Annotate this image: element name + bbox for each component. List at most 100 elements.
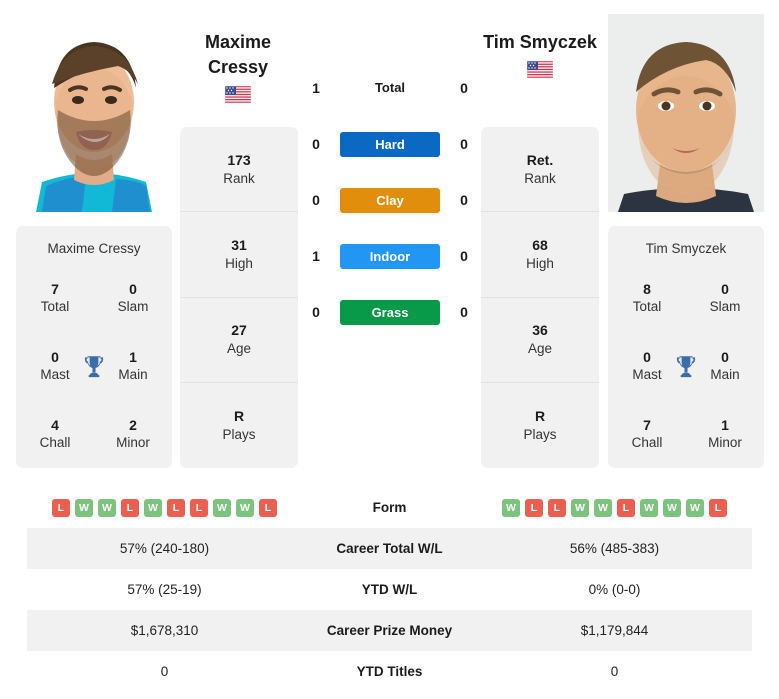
titles-label: Minor [116,434,150,450]
form-badge-loss[interactable]: L [525,498,543,517]
titles-total-right: 8 Total [608,281,686,316]
stat-rank-right: Ret. Rank [481,127,599,213]
player-photo-left[interactable] [16,14,172,212]
stat-value: 36 [532,322,548,339]
stat-label: Age [226,341,252,357]
stat-label: Rank [524,170,556,186]
form-strip-right: WLLWWLWWWL [477,498,752,517]
titles-value: 8 [643,280,651,297]
h2h-right-value: 0 [460,192,468,208]
stat-label: High [225,255,253,271]
form-badge-loss[interactable]: L [167,498,185,517]
titles-label: Minor [708,434,742,450]
us-flag-icon-right [527,61,553,78]
form-badge-loss[interactable]: L [190,498,208,517]
head-to-head-column: 1 Total 0 0 Hard 0 0 Clay 0 1 Indoor 0 0 [303,60,477,340]
surface-badge-grass[interactable]: Grass [340,299,440,325]
titles-minor-left: 2 Minor [94,417,172,452]
form-badge-win[interactable]: W [571,498,589,517]
player-stats-card-right: Ret. Rank 68 High 36 Age R Plays [481,127,599,468]
player-name-left-line1: Maxime [204,32,272,52]
form-badge-loss[interactable]: L [259,498,277,517]
h2h-left-value: 0 [312,304,320,320]
titles-label: Slam [117,298,149,314]
h2h-row-grass: 0 Grass 0 [303,284,477,340]
stat-label: High [526,255,554,271]
form-badge-loss[interactable]: L [52,498,70,517]
player-portrait-right-image [608,14,764,212]
stat-value: 31 [231,236,247,253]
form-badge-win[interactable]: W [663,498,681,517]
career-total-wl-right: 56% (485-383) [569,541,660,556]
titles-label: Total [40,298,70,314]
titles-label: Total [632,298,662,314]
surface-badge-hard[interactable]: Hard [340,131,440,157]
h2h-right-value: 0 [460,80,468,96]
table-row-form: LWWLWLLWWL Form WLLWWLWWWL [27,487,752,528]
h2h-right-value: 0 [460,304,468,320]
titles-slam-left: 0 Slam [94,281,172,316]
h2h-left-value: 1 [312,80,320,96]
player-portrait-left-image [16,14,172,212]
stat-age-right: 36 Age [481,298,599,383]
table-label-form: Form [372,500,407,515]
ytd-titles-left: 0 [160,664,169,679]
titles-value: 1 [721,416,729,433]
titles-grid-left: 7 Total 0 Slam 0 Mast 1 Main 4 Chall 2 M… [16,264,172,468]
form-badge-win[interactable]: W [75,498,93,517]
surface-badge-clay[interactable]: Clay [340,187,440,213]
comparison-table: LWWLWLLWWL Form WLLWWLWWWL 57% (240-180)… [27,487,752,692]
form-badge-win[interactable]: W [594,498,612,517]
form-badge-win[interactable]: W [144,498,162,517]
form-badge-win[interactable]: W [213,498,231,517]
titles-value: 7 [51,280,59,297]
stat-age-left: 27 Age [180,298,298,383]
form-badge-win[interactable]: W [640,498,658,517]
form-badge-win[interactable]: W [236,498,254,517]
stat-high-left: 31 High [180,212,298,298]
h2h-left-value: 0 [312,136,320,152]
stat-value: Ret. [526,151,554,168]
h2h-right-value: 0 [460,248,468,264]
titles-value: 7 [643,416,651,433]
titles-label: Slam [709,298,741,314]
form-badge-loss[interactable]: L [548,498,566,517]
career-total-wl-left: 57% (240-180) [119,541,210,556]
surface-badge-indoor[interactable]: Indoor [340,243,440,269]
trophy-icon-right [676,356,696,378]
form-badge-loss[interactable]: L [709,498,727,517]
comparison-top-section: Maxime Cressy Tim Smyczek 173 Rank 31 Hi… [0,0,779,475]
stat-plays-right: R Plays [481,383,599,468]
titles-chall-left: 4 Chall [16,417,94,452]
titles-chall-right: 7 Chall [608,417,686,452]
titles-value: 0 [721,280,729,297]
h2h-row-hard: 0 Hard 0 [303,116,477,172]
player-titles-card-right: Tim Smyczek 8 Total 0 Slam 0 Mast 0 Main [608,226,764,468]
form-badge-win[interactable]: W [502,498,520,517]
h2h-row-total: 1 Total 0 [303,60,477,116]
career-prize-money-right: $1,179,844 [580,623,649,638]
player-comparison-page: Maxime Cressy Tim Smyczek 173 Rank 31 Hi… [0,0,779,699]
stat-value: 68 [532,236,548,253]
table-label-ytd-wl: YTD W/L [361,582,418,597]
stat-label: Plays [523,426,557,442]
stat-label: Plays [222,426,256,442]
titles-label: Chall [39,434,71,450]
titles-slam-right: 0 Slam [686,281,764,316]
table-row-ytd-wl: 57% (25-19) YTD W/L 0% (0-0) [27,569,752,610]
form-badge-win[interactable]: W [98,498,116,517]
stat-rank-left: 173 Rank [180,127,298,213]
titles-value: 4 [51,416,59,433]
player-name-right-line1: Tim Smyczek [483,32,597,52]
ytd-titles-right: 0 [610,664,619,679]
table-row-career-total-wl: 57% (240-180) Career Total W/L 56% (485-… [27,528,752,569]
stat-label: Rank [223,170,255,186]
titles-card-player-name-left: Maxime Cressy [47,241,141,256]
player-photo-right[interactable] [608,14,764,212]
form-badge-loss[interactable]: L [121,498,139,517]
form-badge-win[interactable]: W [686,498,704,517]
career-prize-money-left: $1,678,310 [130,623,199,638]
form-badge-loss[interactable]: L [617,498,635,517]
player-titles-card-left: Maxime Cressy 7 Total 0 Slam 0 Mast 1 Ma… [16,226,172,468]
h2h-row-indoor: 1 Indoor 0 [303,228,477,284]
